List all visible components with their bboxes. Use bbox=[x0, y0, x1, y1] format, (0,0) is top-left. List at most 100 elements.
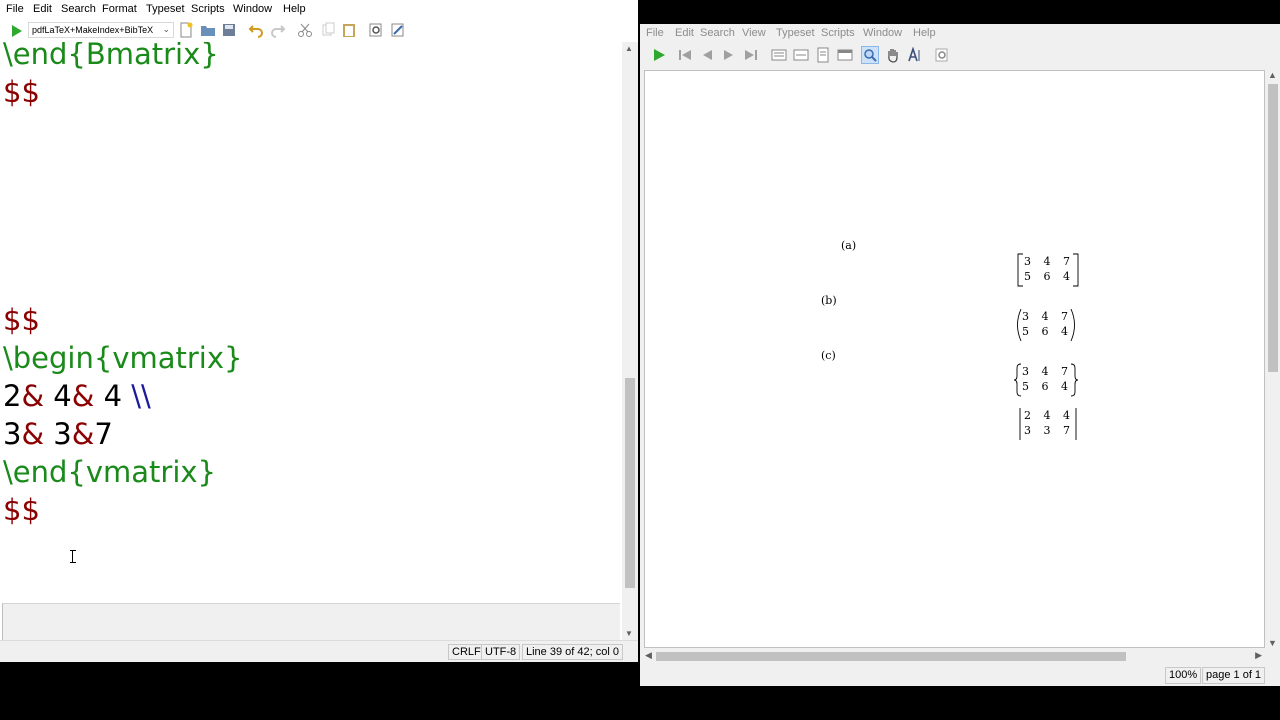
scroll-up-arrow-icon[interactable]: ▲ bbox=[625, 44, 633, 53]
matrix-row: 564 bbox=[1024, 269, 1070, 284]
viewer-menu-scripts[interactable]: Scripts bbox=[821, 27, 855, 39]
editor-toolbar: pdfLaTeX+MakeIndex+BibTeX ⌄ bbox=[0, 19, 638, 42]
matrix-entry: 7 bbox=[1061, 310, 1068, 323]
hand-tool-icon[interactable] bbox=[885, 47, 901, 63]
viewer-find-icon[interactable] bbox=[934, 47, 950, 63]
viewer-menu-view[interactable]: View bbox=[742, 27, 766, 39]
menu-help[interactable]: Help bbox=[283, 3, 306, 15]
menu-scripts[interactable]: Scripts bbox=[191, 3, 225, 15]
viewer-menu-typeset[interactable]: Typeset bbox=[776, 27, 815, 39]
code-token: 7 bbox=[94, 417, 113, 451]
previous-page-icon[interactable] bbox=[699, 47, 715, 63]
fit-width-icon[interactable] bbox=[793, 47, 809, 63]
last-page-icon[interactable] bbox=[743, 47, 759, 63]
fit-page-icon[interactable] bbox=[815, 47, 831, 63]
code-token: \end{Bmatrix} bbox=[3, 42, 219, 71]
code-line[interactable]: \begin{vmatrix} bbox=[3, 339, 242, 377]
editor-vertical-scrollbar[interactable]: ▲ ▼ bbox=[622, 42, 638, 640]
open-folder-icon[interactable] bbox=[200, 22, 216, 38]
cursor-position-indicator: Line 39 of 42; col 0 bbox=[522, 644, 623, 660]
scroll-up-arrow-icon[interactable]: ▲ bbox=[1268, 70, 1277, 80]
matrix-entry: 3 bbox=[1043, 424, 1051, 437]
menu-search[interactable]: Search bbox=[61, 3, 96, 15]
cut-icon[interactable] bbox=[297, 22, 313, 38]
matrix-row: 564 bbox=[1022, 379, 1068, 394]
menu-typeset[interactable]: Typeset bbox=[146, 3, 185, 15]
find-icon[interactable] bbox=[368, 22, 384, 38]
save-icon[interactable] bbox=[221, 22, 237, 38]
code-line[interactable]: $$ bbox=[3, 491, 40, 529]
zoom-indicator[interactable]: 100% bbox=[1165, 667, 1202, 684]
matrix-entry: 3 bbox=[1022, 310, 1029, 323]
matrix-entry: 4 bbox=[1041, 365, 1049, 378]
matrix-delimiter-left bbox=[1014, 363, 1022, 397]
menu-file[interactable]: File bbox=[6, 3, 24, 15]
code-line[interactable]: $$ bbox=[3, 301, 40, 339]
line-ending-indicator[interactable]: CRLF bbox=[448, 644, 485, 660]
code-token: \begin{vmatrix} bbox=[3, 341, 243, 375]
fit-window-icon[interactable] bbox=[837, 47, 853, 63]
scroll-down-arrow-icon[interactable]: ▼ bbox=[1268, 638, 1277, 648]
matrix-row: 564 bbox=[1022, 324, 1068, 339]
paste-icon[interactable] bbox=[341, 22, 357, 38]
actual-size-icon[interactable] bbox=[771, 47, 787, 63]
code-line[interactable]: \end{vmatrix} bbox=[3, 453, 216, 491]
code-line[interactable]: 3& 3&7 bbox=[3, 415, 113, 453]
new-document-icon[interactable] bbox=[178, 22, 194, 38]
matrix-entry: 4 bbox=[1063, 409, 1070, 422]
editor-scroll-thumb[interactable] bbox=[625, 378, 635, 588]
pdf-page[interactable]: (a) (b) (c) 347564 347564 347564 244337 bbox=[644, 70, 1265, 648]
viewer-vscroll-thumb[interactable] bbox=[1268, 84, 1278, 372]
typeset-engine-select[interactable]: pdfLaTeX+MakeIndex+BibTeX ⌄ bbox=[28, 22, 174, 38]
matrix-delimiter-left bbox=[1017, 308, 1022, 342]
editor-window: File Edit Search Format Typeset Scripts … bbox=[0, 0, 638, 662]
next-page-icon[interactable] bbox=[721, 47, 737, 63]
typeset-play-icon[interactable] bbox=[12, 25, 22, 37]
code-line[interactable]: \end{Bmatrix} bbox=[3, 42, 219, 73]
scroll-left-arrow-icon[interactable]: ◀ bbox=[645, 650, 652, 661]
matrix-vbar: 244337 bbox=[1016, 407, 1078, 441]
scroll-right-arrow-icon[interactable]: ▶ bbox=[1255, 650, 1262, 661]
viewer-menu-file[interactable]: File bbox=[646, 27, 664, 39]
matrix-cells: 347564 bbox=[1022, 364, 1072, 394]
menu-format[interactable]: Format bbox=[102, 3, 137, 15]
matrix-brace: 347564 bbox=[1014, 363, 1078, 397]
code-token: 4 bbox=[94, 379, 132, 413]
viewer-vertical-scrollbar[interactable]: ▲ ▼ bbox=[1265, 70, 1280, 648]
viewer-horizontal-scrollbar[interactable]: ◀ ▶ bbox=[644, 648, 1265, 664]
code-token: & bbox=[21, 417, 45, 451]
matrix-entry: 4 bbox=[1041, 310, 1049, 323]
code-editor[interactable]: \end{Bmatrix} $$ $$ \begin{vmatrix} 2& 4& 4 … bbox=[0, 42, 622, 602]
code-line[interactable]: $$ bbox=[3, 73, 40, 111]
typeset-play-icon[interactable] bbox=[651, 47, 667, 63]
viewer-hscroll-thumb[interactable] bbox=[656, 652, 1126, 661]
matrix-entry: 4 bbox=[1061, 325, 1068, 338]
matrix-entry: 3 bbox=[1024, 255, 1031, 268]
select-text-icon[interactable] bbox=[907, 47, 923, 63]
code-token: 3 bbox=[44, 417, 72, 451]
matrix-entry: 6 bbox=[1043, 270, 1051, 283]
viewer-menu-window[interactable]: Window bbox=[863, 27, 902, 39]
matrix-entry: 3 bbox=[1022, 365, 1029, 378]
viewer-menu-search[interactable]: Search bbox=[700, 27, 735, 39]
viewer-statusbar: 100% page 1 of 1 bbox=[640, 666, 1280, 686]
menu-window[interactable]: Window bbox=[233, 3, 272, 15]
equation-label-c: (c) bbox=[821, 349, 836, 362]
replace-icon[interactable] bbox=[390, 22, 406, 38]
undo-icon[interactable] bbox=[248, 22, 264, 38]
code-line[interactable]: 2& 4& 4 \\ bbox=[3, 377, 151, 415]
scroll-down-arrow-icon[interactable]: ▼ bbox=[625, 629, 633, 638]
first-page-icon[interactable] bbox=[677, 47, 693, 63]
matrix-entry: 2 bbox=[1024, 409, 1031, 422]
matrix-delimiter-left bbox=[1019, 408, 1021, 440]
viewer-menu-help[interactable]: Help bbox=[913, 27, 936, 39]
magnify-icon[interactable] bbox=[861, 46, 879, 64]
redo-icon[interactable] bbox=[270, 22, 286, 38]
encoding-indicator[interactable]: UTF-8 bbox=[481, 644, 521, 660]
editor-console-panel[interactable] bbox=[2, 603, 620, 640]
matrix-entry: 7 bbox=[1063, 424, 1070, 437]
menu-edit[interactable]: Edit bbox=[33, 3, 52, 15]
matrix-cells: 244337 bbox=[1024, 408, 1074, 438]
viewer-menu-edit[interactable]: Edit bbox=[675, 27, 694, 39]
copy-icon[interactable] bbox=[320, 22, 336, 38]
